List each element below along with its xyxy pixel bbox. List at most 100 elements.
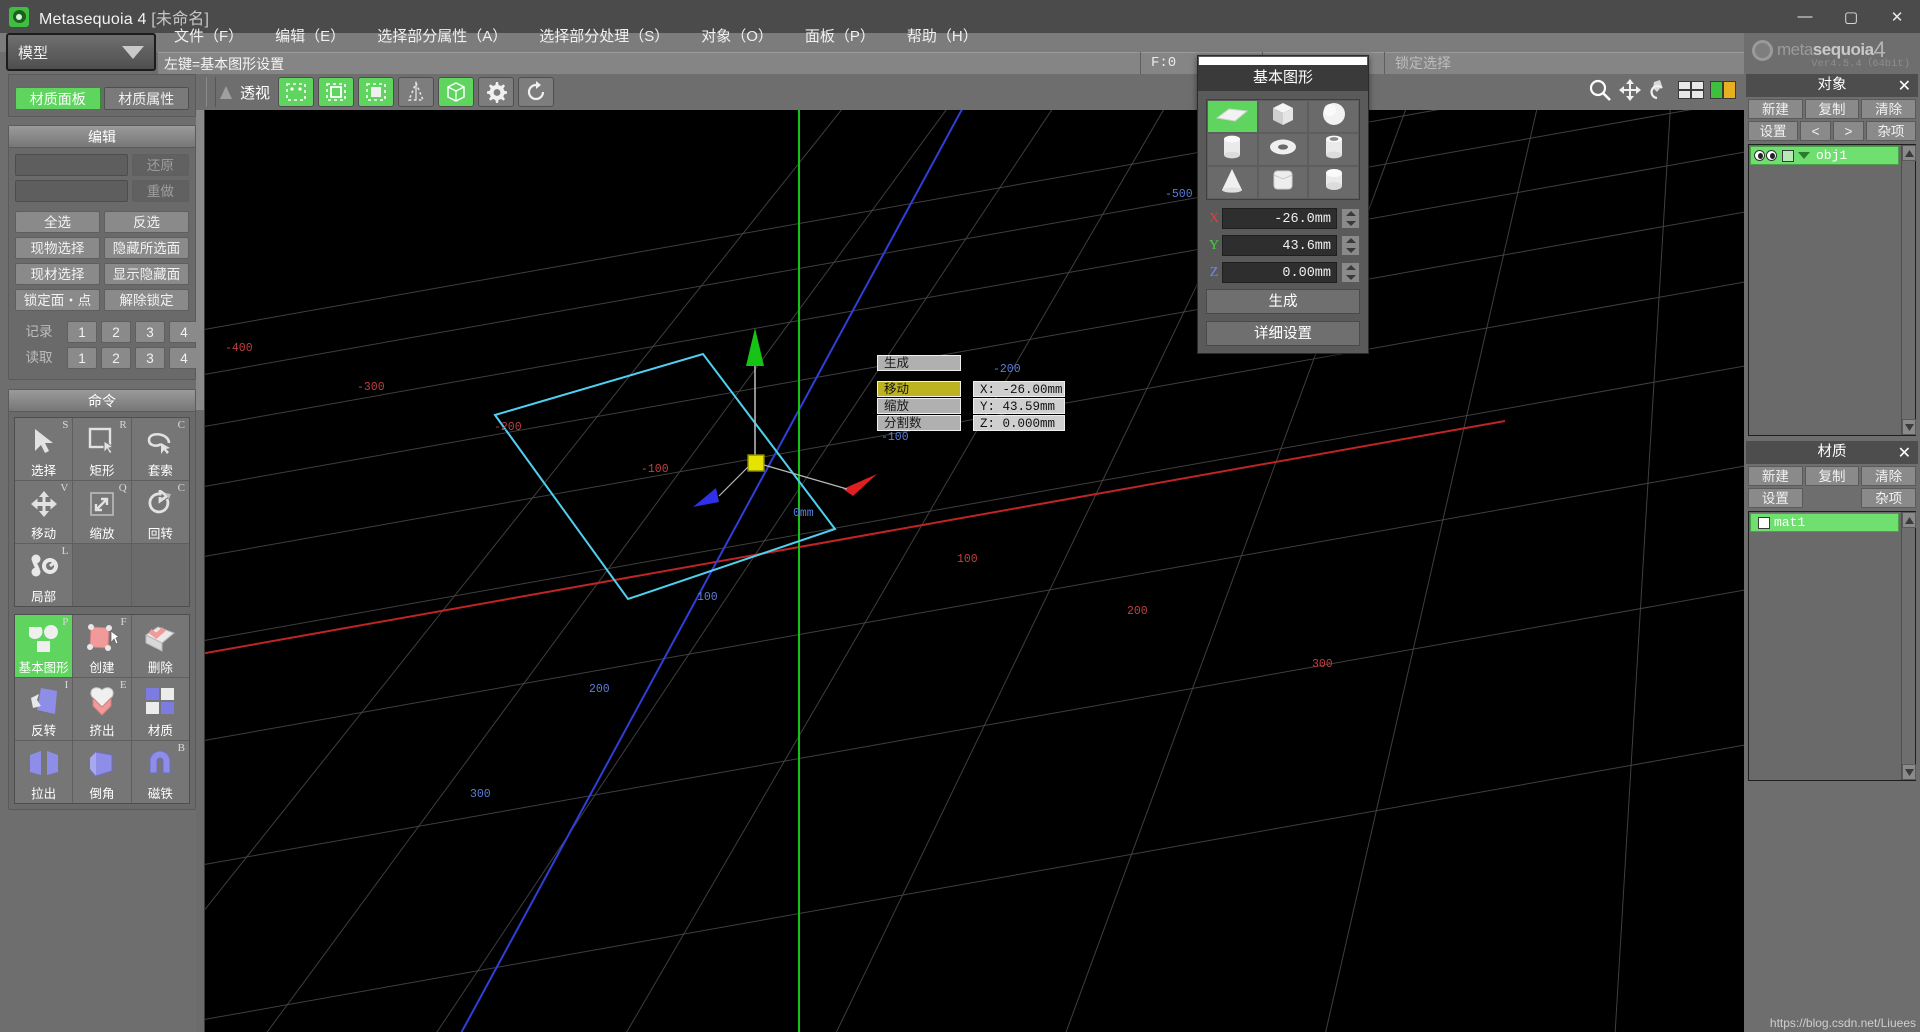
command-lasso[interactable]: C 套索	[131, 418, 189, 480]
command-rectangle[interactable]: R 矩形	[73, 418, 131, 480]
tab-material-properties[interactable]: 材质属性	[103, 87, 189, 110]
shape-sphere[interactable]	[1308, 100, 1359, 133]
toolbar-drag-handle[interactable]	[206, 77, 216, 107]
command-rotate[interactable]: C 回转	[131, 481, 189, 543]
shape-capsule[interactable]	[1308, 166, 1359, 199]
command-bevel[interactable]: 倒角	[73, 741, 131, 803]
rotate-view-icon[interactable]	[1648, 78, 1672, 107]
widget-value-z[interactable]: Z: 0.000mm	[973, 415, 1065, 431]
layout-2-icon[interactable]	[1710, 80, 1736, 104]
widget-key-divisions[interactable]: 分割数	[877, 415, 961, 431]
command-local[interactable]: L 局部	[15, 544, 73, 606]
chevron-down-icon[interactable]	[1798, 152, 1810, 159]
widget-key-scale[interactable]: 缩放	[877, 398, 961, 414]
material-list-item[interactable]: mat1	[1750, 513, 1899, 532]
invert-selection-button[interactable]: 反选	[104, 211, 189, 233]
y-value-input[interactable]: 43.6mm	[1222, 235, 1337, 256]
command-delete[interactable]: 删除	[131, 615, 189, 677]
viewport-vertical-scrollbar[interactable]	[196, 110, 204, 1032]
unlock-button[interactable]: 解除锁定	[104, 289, 189, 311]
material-list-scrollbar[interactable]	[1901, 512, 1916, 780]
refresh-icon[interactable]	[518, 77, 555, 107]
dialog-drag-grip[interactable]	[1199, 57, 1367, 65]
material-new-button[interactable]: 新建	[1748, 466, 1803, 486]
load-slot-2[interactable]: 2	[101, 347, 131, 369]
collapse-triangle-icon[interactable]	[220, 85, 232, 99]
shape-plane[interactable]	[1207, 100, 1258, 133]
wireframe-cube-icon[interactable]	[438, 77, 475, 107]
3d-viewport-canvas[interactable]: -600 -500 -400 -300 -200 -100 -200 -100 …	[204, 110, 1744, 1032]
object-next-button[interactable]: >	[1833, 121, 1864, 141]
menu-help[interactable]: 帮助（H）	[891, 26, 994, 48]
menu-panel[interactable]: 面板（P）	[789, 26, 891, 48]
widget-value-x[interactable]: X: -26.00mm	[973, 381, 1065, 397]
select-all-button[interactable]: 全选	[15, 211, 100, 233]
minimize-button[interactable]: —	[1782, 0, 1828, 33]
tab-material-panel[interactable]: 材质面板	[15, 87, 101, 110]
material-swatch[interactable]	[1758, 516, 1770, 529]
menu-selection-process[interactable]: 选择部分处理（S）	[523, 26, 685, 48]
record-slot-1[interactable]: 1	[67, 321, 97, 343]
command-material[interactable]: 材质	[131, 678, 189, 740]
command-pull[interactable]: 拉出	[15, 741, 73, 803]
layout-1-icon[interactable]	[1678, 80, 1704, 104]
object-prev-button[interactable]: <	[1800, 121, 1831, 141]
menu-file[interactable]: 文件（F）	[158, 26, 259, 48]
x-spinner[interactable]	[1341, 208, 1360, 229]
lines-mode-icon[interactable]	[318, 77, 355, 107]
menu-selection-attributes[interactable]: 选择部分属性（A）	[361, 26, 523, 48]
shape-tube[interactable]	[1308, 133, 1359, 166]
scroll-up-button[interactable]	[1902, 512, 1916, 528]
object-settings-button[interactable]: 设置	[1748, 121, 1799, 141]
mode-selector[interactable]: 模型	[6, 33, 156, 71]
widget-key-move[interactable]: 移动	[877, 381, 961, 397]
zoom-icon[interactable]	[1588, 78, 1612, 107]
object-clear-button[interactable]: 清除	[1861, 99, 1917, 119]
record-slot-4[interactable]: 4	[169, 321, 199, 343]
scroll-down-button[interactable]	[1902, 764, 1916, 780]
material-copy-button[interactable]: 复制	[1804, 466, 1860, 486]
shape-torus[interactable]	[1257, 133, 1309, 166]
backface-icon[interactable]	[398, 77, 435, 107]
x-value-input[interactable]: -26.0mm	[1222, 208, 1337, 229]
object-misc-button[interactable]: 杂项	[1865, 121, 1916, 141]
show-hidden-faces-button[interactable]: 显示隐藏面	[104, 263, 189, 285]
command-primitives[interactable]: P 基本图形	[15, 615, 73, 677]
load-slot-1[interactable]: 1	[67, 347, 97, 369]
object-copy-button[interactable]: 复制	[1804, 99, 1860, 119]
close-icon[interactable]: ✕	[1898, 75, 1911, 98]
material-clear-button[interactable]: 清除	[1861, 466, 1917, 486]
command-create[interactable]: F 创建	[73, 615, 131, 677]
gear-icon[interactable]	[478, 77, 515, 107]
shape-rounded-cube[interactable]	[1257, 166, 1309, 199]
menu-object[interactable]: 对象（O）	[685, 26, 789, 48]
z-spinner[interactable]	[1341, 262, 1360, 283]
points-mode-icon[interactable]	[278, 77, 315, 107]
select-current-object-button[interactable]: 现物选择	[15, 237, 100, 259]
detail-settings-button[interactable]: 详细设置	[1206, 321, 1360, 346]
command-scale[interactable]: Q 缩放	[73, 481, 131, 543]
redo-button[interactable]: 重做	[131, 180, 189, 202]
material-misc-button[interactable]: 杂项	[1861, 488, 1917, 508]
maximize-button[interactable]: ▢	[1828, 0, 1874, 33]
shape-cone[interactable]	[1207, 166, 1258, 199]
pan-icon[interactable]	[1618, 78, 1642, 107]
object-checkbox[interactable]	[1782, 149, 1794, 162]
undo-button[interactable]: 还原	[131, 154, 189, 176]
z-value-input[interactable]: 0.00mm	[1222, 262, 1337, 283]
eye-visible-icon[interactable]	[1754, 150, 1765, 161]
shape-cylinder[interactable]	[1207, 133, 1258, 166]
object-list-item[interactable]: obj1	[1750, 146, 1899, 165]
load-slot-4[interactable]: 4	[169, 347, 199, 369]
y-spinner[interactable]	[1341, 235, 1360, 256]
close-button[interactable]: ✕	[1874, 0, 1920, 33]
scroll-down-button[interactable]	[1902, 419, 1916, 435]
record-slot-2[interactable]: 2	[101, 321, 131, 343]
close-icon[interactable]: ✕	[1898, 442, 1911, 465]
eye-lock-icon[interactable]	[1766, 150, 1777, 161]
generate-inline-button[interactable]: 生成	[877, 355, 961, 371]
scroll-up-button[interactable]	[1902, 145, 1916, 161]
command-extrude[interactable]: E 挤出	[73, 678, 131, 740]
undo-history-field[interactable]	[15, 154, 128, 176]
command-select[interactable]: S 选择	[15, 418, 73, 480]
